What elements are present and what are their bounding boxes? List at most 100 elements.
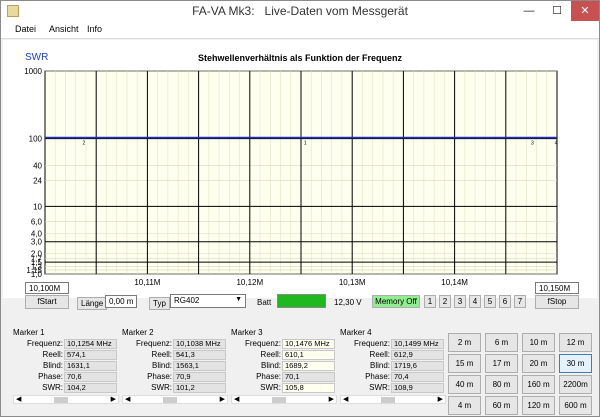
scrollbar-thumb[interactable] [272,397,286,403]
band-button-80m[interactable]: 80 m [485,375,518,394]
laenge-label: Länge [77,297,108,310]
band-button-600m[interactable]: 600 m [559,396,592,415]
chart-panel: SWR Stehwellenverhältnis als Funktion de… [3,40,597,298]
marker-field-value: 70,1 [282,372,335,382]
menu-ansicht[interactable]: Ansicht [49,24,79,34]
band-button-17m[interactable]: 17 m [485,354,518,373]
scrollbar-thumb[interactable] [54,397,68,403]
arrow-right-icon[interactable]: ▶ [220,395,225,403]
marker-field-label: Frequenz: [353,339,390,348]
marker-field-value: 610,1 [282,350,335,360]
marker-field-label: SWR: [151,383,172,392]
marker-row: Phase: 70,9 [122,372,228,382]
marker-scrollbar[interactable]: ◀ ▶ [340,395,446,404]
menu-datei[interactable]: Datei [15,24,36,34]
battery-voltage: 12,30 V [334,298,362,307]
marker-field-label: Frequenz: [135,339,172,348]
marker-field-label: Reell: [369,350,390,359]
band-button-12m[interactable]: 12 m [559,333,592,352]
minimize-button[interactable]: — [516,1,542,21]
marker-row: Blind: 1631,1 [13,361,119,371]
fstart-button[interactable]: fStart [25,295,69,309]
band-button-15m[interactable]: 15 m [448,354,481,373]
band-button-60m[interactable]: 60 m [485,396,518,415]
memory-slot-5[interactable]: 5 [484,295,496,308]
marker-row: Reell: 574,1 [13,350,119,360]
arrow-left-icon[interactable]: ◀ [234,395,239,403]
marker-field-label: Blind: [42,361,63,370]
marker-field-label: Reell: [151,350,172,359]
memory-slot-7[interactable]: 7 [514,295,526,308]
marker-field-value: 10,1038 MHz [173,339,226,349]
marker-field-label: Frequenz: [244,339,281,348]
marker-row: Frequenz: 10,1254 MHz [13,339,119,349]
marker-field-label: Phase: [365,372,390,381]
marker-field-value: 105,8 [282,383,335,393]
memory-slot-1[interactable]: 1 [424,295,436,308]
marker-field-label: Phase: [147,372,172,381]
fstop-button[interactable]: fStop [535,295,579,309]
band-button-20m[interactable]: 20 m [522,354,555,373]
marker-label: 4 [555,141,558,147]
title-bar: FA-VA Mk3: Live-Daten vom Messgerät — ☐ … [1,1,599,21]
scrollbar-thumb[interactable] [163,397,177,403]
marker-field-value: 108,9 [391,383,444,393]
marker-field-label: SWR: [260,383,281,392]
band-button-2m[interactable]: 2 m [448,333,481,352]
batt-label: Batt [257,298,272,307]
arrow-right-icon[interactable]: ▶ [438,395,443,403]
typ-label: Typ [149,297,170,310]
memory-button[interactable]: Memory Off [372,295,420,308]
marker-row: Reell: 612,9 [340,350,446,360]
band-button-160m[interactable]: 160 m [522,375,555,394]
band-button-30m[interactable]: 30 m [559,354,592,373]
memory-slot-3[interactable]: 3 [454,295,466,308]
marker-field-label: SWR: [42,383,63,392]
typ-value: RG402 [174,296,200,305]
marker-title: Marker 2 [122,328,154,337]
y-tick-label: 100 [29,135,43,144]
close-button[interactable]: ✕ [571,1,599,21]
marker-field-value: 70,4 [391,372,444,382]
marker-row: Phase: 70,1 [231,372,337,382]
band-button-10m[interactable]: 10 m [522,333,555,352]
arrow-right-icon[interactable]: ▶ [111,395,116,403]
typ-select[interactable]: RG402 ▼ [170,294,246,308]
marker-field-label: Phase: [38,372,63,381]
band-button-6m[interactable]: 6 m [485,333,518,352]
scrollbar-thumb[interactable] [381,397,395,403]
marker-field-value: 70,9 [173,372,226,382]
marker-field-value: 1689,2 [282,361,335,371]
marker-scrollbar[interactable]: ◀ ▶ [231,395,337,404]
arrow-left-icon[interactable]: ◀ [16,395,21,403]
band-button-40m[interactable]: 40 m [448,375,481,394]
marker-scrollbar[interactable]: ◀ ▶ [122,395,228,404]
arrow-right-icon[interactable]: ▶ [329,395,334,403]
memory-slot-4[interactable]: 4 [469,295,481,308]
marker-title: Marker 4 [340,328,372,337]
y-tick-label: 1000 [24,67,42,76]
menu-info[interactable]: Info [87,24,102,34]
fstop-field[interactable]: 10,150M [535,282,579,294]
arrow-left-icon[interactable]: ◀ [125,395,130,403]
marker-field-label: Reell: [260,350,281,359]
band-button-120m[interactable]: 120 m [522,396,555,415]
band-button-2200m[interactable]: 2200m [559,375,592,394]
marker-row: Blind: 1719,6 [340,361,446,371]
memory-slot-6[interactable]: 6 [499,295,511,308]
battery-indicator [277,294,326,308]
x-tick-label: 10,12M [236,278,263,287]
marker-field-value: 101,2 [173,383,226,393]
marker-field-value: 10,1476 MHz [282,339,335,349]
marker-field-value: 541,3 [173,350,226,360]
fstart-field[interactable]: 10,100M [25,282,69,294]
band-button-4m[interactable]: 4 m [448,396,481,415]
arrow-left-icon[interactable]: ◀ [343,395,348,403]
y-tick-label: 24 [33,177,42,186]
marker-field-value: 1631,1 [64,361,117,371]
laenge-field[interactable]: 0,00 m [105,295,137,308]
maximize-button[interactable]: ☐ [544,1,570,21]
memory-slot-2[interactable]: 2 [439,295,451,308]
marker-scrollbar[interactable]: ◀ ▶ [13,395,119,404]
marker-title: Marker 3 [231,328,263,337]
